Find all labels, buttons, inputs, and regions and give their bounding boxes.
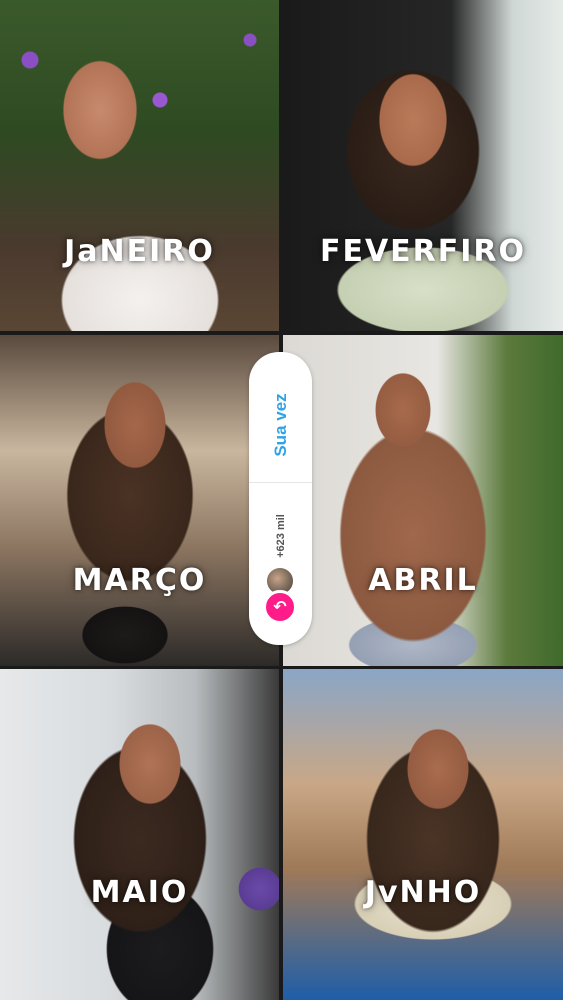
participant-count: +623 mil <box>274 514 287 558</box>
photo <box>0 335 279 666</box>
photo-tile-janeiro: JaNEIRO <box>0 0 279 331</box>
month-label: MAIO <box>90 875 189 910</box>
photo <box>283 335 563 666</box>
reply-arrow-icon[interactable]: ↶ <box>263 590 297 624</box>
month-collage: JaNEIRO FEVERFIRO MARÇO ABRIL MAIO JvNHO… <box>0 0 563 1000</box>
photo-tile-fevereiro: FEVERFIRO <box>283 0 563 331</box>
photo-tile-junho: JvNHO <box>283 669 563 1000</box>
month-label: ABRIL <box>368 563 478 598</box>
photo <box>283 0 563 331</box>
month-label: JvNHO <box>364 875 482 910</box>
photo-tile-abril: ABRIL <box>283 335 563 666</box>
photo <box>283 669 563 1000</box>
add-yours-sticker[interactable]: Sua vez +623 mil ↶ <box>249 352 312 645</box>
photo <box>0 669 279 1000</box>
photo-tile-maio: MAIO <box>0 669 279 1000</box>
sticker-title[interactable]: Sua vez <box>271 393 291 456</box>
sticker-divider <box>249 482 312 483</box>
photo-tile-marco: MARÇO <box>0 335 279 666</box>
month-label: MARÇO <box>72 563 207 598</box>
month-label: FEVERFIRO <box>319 234 527 269</box>
photo <box>0 0 279 331</box>
month-label: JaNEIRO <box>64 234 215 269</box>
